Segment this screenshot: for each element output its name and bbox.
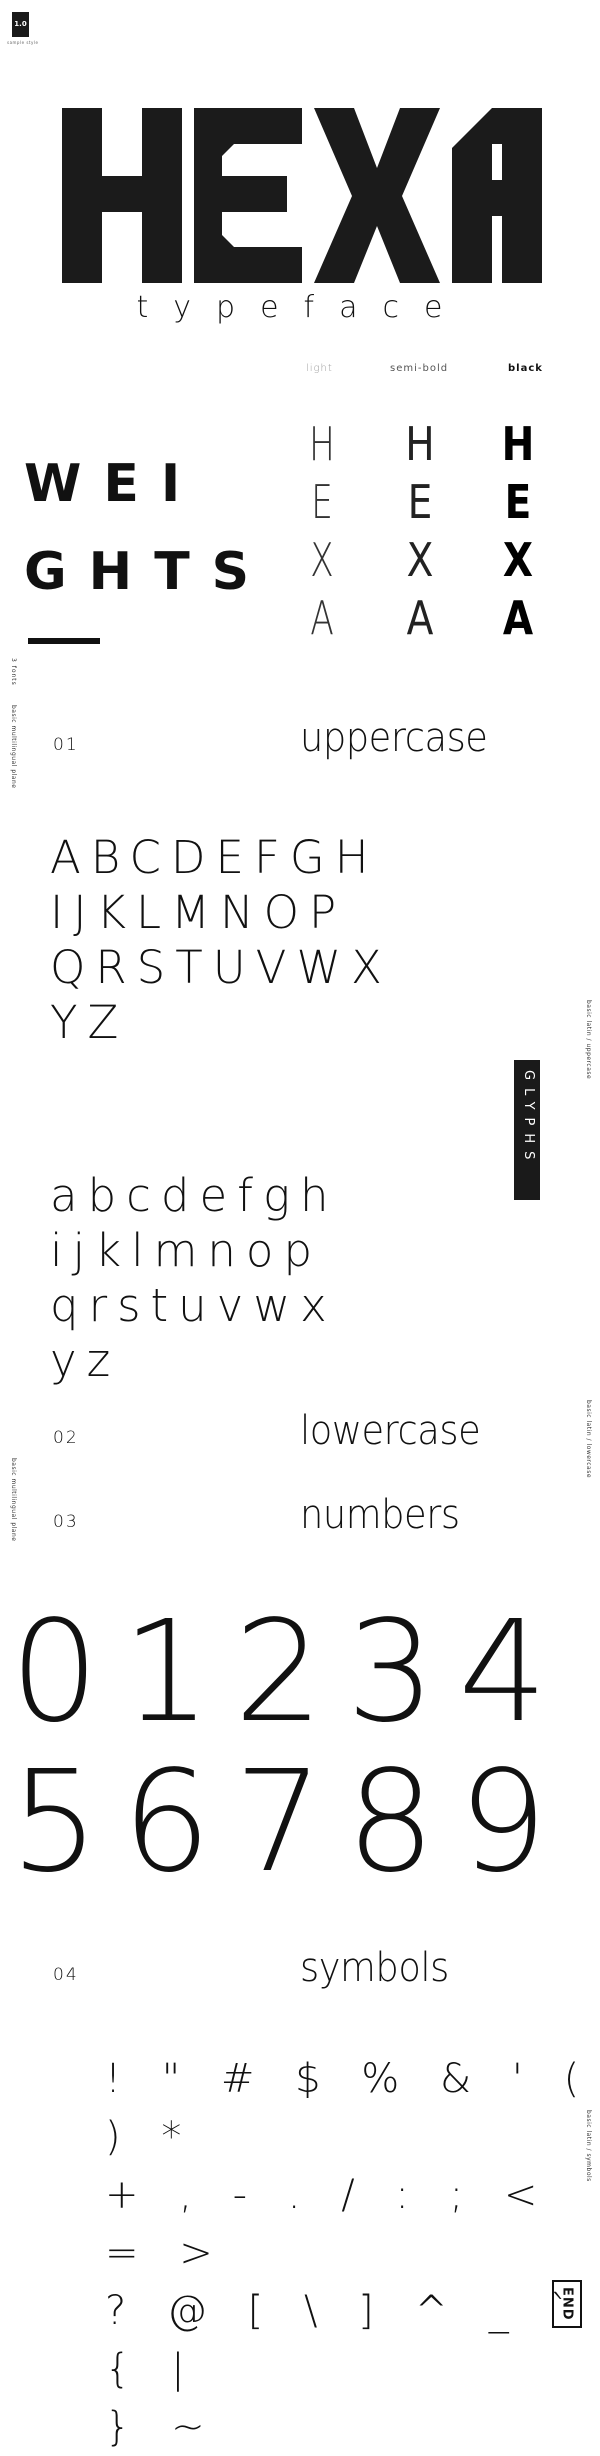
weight-label-black: black: [508, 363, 543, 374]
glyph-row: yz: [50, 1334, 121, 1387]
glyph-row: ABCDEFGH: [50, 831, 379, 884]
side-note-bmp: basic multilingual plane: [10, 1458, 17, 1542]
hero-letter-e: [194, 108, 302, 283]
weight-sample-letter: A: [310, 591, 334, 645]
section-number-01: 01: [53, 735, 79, 755]
side-label-uppercase: basic latin / uppercase: [585, 1000, 592, 1080]
hero-title-hexa: [62, 108, 542, 283]
section-number-04: 04: [53, 1965, 79, 1985]
weights-title-line2: GHTS: [24, 542, 272, 602]
section-number-02: 02: [53, 1428, 79, 1448]
weight-sample-letter: E: [504, 475, 532, 529]
hero-letter-a: [452, 108, 542, 283]
lowercase-glyphs: abcdefgh ijklmnop qrstuvwx yz: [50, 1168, 339, 1388]
weight-sample-letter: A: [502, 591, 534, 645]
weight-sample-letter: H: [309, 417, 335, 471]
glyphs-tag: GLYPHS: [514, 1060, 540, 1200]
section-title-symbols: symbols: [300, 1945, 449, 1991]
weight-column-black: H E X A: [493, 415, 544, 647]
hero-subtitle: typeface: [136, 290, 468, 325]
glyph-row: YZ: [50, 996, 129, 1049]
hero-letter-h-bar: [62, 176, 182, 212]
end-tag-label: END: [559, 2287, 575, 2321]
weight-sample-letter: E: [311, 475, 333, 529]
glyph-row: abcdefgh: [50, 1169, 339, 1222]
glyph-row: ! " # $ % & ' ( ) *: [105, 2056, 594, 2160]
weights-title: WEI GHTS: [24, 440, 272, 616]
glyph-row: + , - . / : ; < = >: [105, 2172, 552, 2276]
weights-title-line1: WEI: [24, 454, 203, 514]
side-note-bmp: basic multilingual plane: [10, 705, 17, 789]
hero-letter-a-counter: [492, 144, 502, 180]
weight-sample-letter: A: [406, 591, 434, 645]
weights-underline: [28, 638, 100, 644]
side-label-symbols: basic latin / symbols: [585, 2110, 592, 2182]
weight-sample-letter: H: [405, 417, 435, 471]
glyph-row: qrstuvwx: [50, 1279, 337, 1332]
weight-sample-letter: X: [502, 533, 534, 587]
weight-column-light: H E X A: [300, 415, 345, 647]
section-number-03: 03: [53, 1512, 79, 1532]
glyph-row: ? @ [ \ ] ^ _ ` { |: [105, 2288, 584, 2392]
section-title-numbers: numbers: [300, 1492, 460, 1538]
weight-sample-letter: X: [310, 533, 334, 587]
section-title-uppercase: uppercase: [300, 715, 488, 761]
weight-label-light: light: [306, 363, 333, 374]
glyph-row: IJKLMNOP: [50, 886, 347, 939]
section-title-lowercase: lowercase: [300, 1408, 481, 1454]
weight-sample-letter: H: [501, 417, 535, 471]
glyph-row: 56789: [10, 1741, 571, 1904]
end-tag: END: [552, 2280, 582, 2328]
glyph-row: ijklmnop: [50, 1224, 323, 1277]
glyph-row: QRSTUVWX: [50, 941, 392, 994]
weight-label-semi-bold: semi-bold: [390, 363, 449, 374]
glyphs-tag-label: GLYPHS: [521, 1070, 536, 1168]
weight-sample-letter: X: [406, 533, 434, 587]
hero-letter-x: [314, 108, 440, 283]
fonts-count: 3 fonts: [10, 658, 17, 686]
uppercase-glyphs: ABCDEFGH IJKLMNOP QRSTUVWX YZ: [50, 830, 392, 1050]
glyph-row: } ~: [105, 2404, 219, 2450]
symbols-glyphs: ! " # $ % & ' ( ) * + , - . / : ; < = > …: [105, 2050, 600, 2456]
side-label-lowercase: basic latin / lowercase: [585, 1400, 592, 1479]
weight-column-semi-bold: H E X A: [395, 415, 446, 647]
numbers-glyphs: 01234 56789: [10, 1598, 570, 1898]
version-badge: 1.0: [12, 12, 29, 37]
glyph-row: 01234: [10, 1591, 571, 1754]
weight-sample-letter: E: [407, 475, 433, 529]
version-subtitle: sample style: [7, 40, 39, 45]
